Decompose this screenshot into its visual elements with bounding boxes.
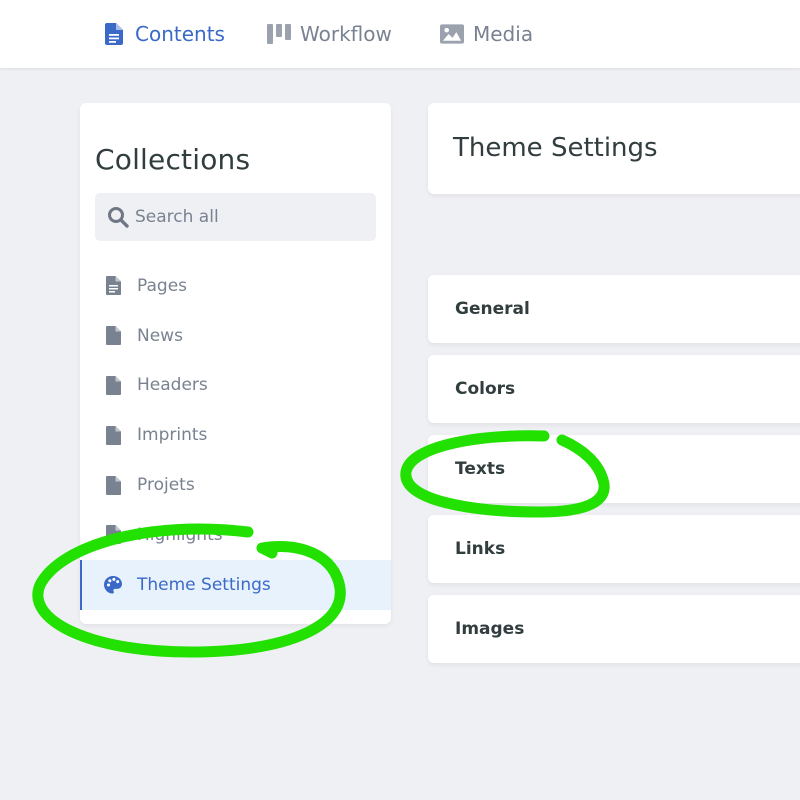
sidebar-item-label: Pages — [137, 275, 188, 296]
sidebar-item-label: Highlights — [137, 524, 223, 545]
sidebar-item-highlights[interactable]: Highlights — [80, 510, 391, 560]
card-general[interactable]: General — [428, 275, 800, 343]
sidebar-item-imprints[interactable]: Imprints — [80, 410, 391, 460]
search-box[interactable] — [95, 193, 376, 241]
page-icon — [104, 524, 122, 546]
sidebar-item-theme-settings[interactable]: Theme Settings — [80, 559, 391, 610]
sidebar-item-projets[interactable]: Projets — [80, 460, 391, 510]
page-icon — [104, 474, 122, 496]
sidebar-item-label: Headers — [137, 375, 208, 396]
sidebar-title: Collections — [95, 143, 251, 176]
sidebar-item-news[interactable]: News — [80, 311, 391, 361]
card-images[interactable]: Images — [428, 595, 800, 663]
page-lines-icon — [104, 275, 122, 297]
sidebar-item-label: Projets — [137, 475, 195, 496]
page-icon — [104, 325, 122, 347]
document-icon — [102, 22, 126, 46]
collection-list: Pages News Headers Imprints Projets High… — [80, 261, 391, 610]
nav-contents[interactable]: Contents — [102, 20, 225, 48]
sidebar-item-label: News — [137, 325, 183, 346]
page-title: Theme Settings — [453, 133, 658, 163]
nav-workflow[interactable]: Workflow — [267, 20, 392, 48]
sidebar-item-headers[interactable]: Headers — [80, 361, 391, 411]
sidebar-item-label: Imprints — [137, 425, 208, 446]
sidebar-item-pages[interactable]: Pages — [80, 261, 391, 311]
nav-media-label: Media — [473, 22, 534, 46]
settings-header-card: Theme Settings — [428, 103, 800, 194]
card-colors[interactable]: Colors — [428, 355, 800, 423]
image-icon — [440, 22, 464, 46]
search-icon — [107, 206, 129, 228]
kanban-icon — [267, 22, 291, 46]
card-links[interactable]: Links — [428, 515, 800, 583]
top-navigation: Contents Workflow Media — [0, 0, 800, 68]
search-input[interactable] — [135, 207, 375, 227]
page: Contents Workflow Media Collections Sear… — [0, 0, 800, 800]
palette-icon — [104, 574, 122, 596]
nav-media[interactable]: Media — [440, 20, 533, 48]
card-texts[interactable]: Texts — [428, 435, 800, 503]
page-icon — [104, 424, 122, 446]
collections-sidebar: Collections Search all Pages News Header… — [80, 103, 391, 624]
nav-contents-label: Contents — [135, 22, 225, 46]
page-icon — [104, 374, 122, 396]
sidebar-item-label: Theme Settings — [137, 574, 271, 595]
nav-workflow-label: Workflow — [300, 22, 392, 46]
